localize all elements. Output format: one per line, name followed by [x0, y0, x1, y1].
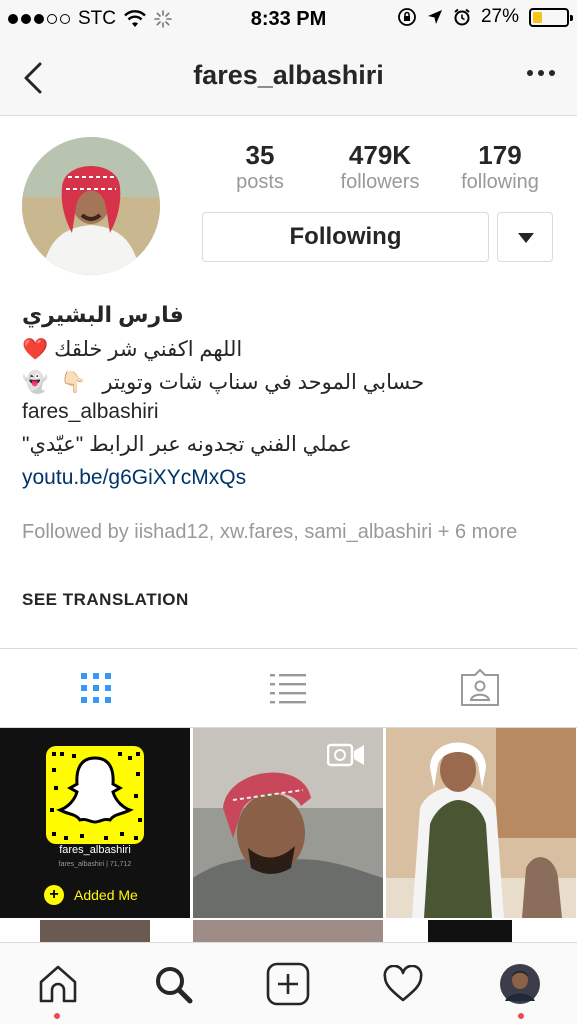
plus-circle-icon: +	[44, 885, 64, 905]
post-video-portrait[interactable]	[193, 728, 383, 918]
tab-grid[interactable]	[0, 649, 192, 727]
bio-line-1: ❤️ اللهم اكفني شر خلقك	[22, 335, 562, 364]
video-camera-icon	[327, 743, 364, 767]
alarm-icon	[454, 8, 470, 26]
list-icon	[270, 674, 306, 704]
ghost-emoji: 👻	[22, 371, 49, 394]
posts-label: posts	[236, 171, 284, 193]
heart-icon	[382, 965, 423, 1002]
tab-list[interactable]	[192, 649, 384, 727]
bio-text-1: اللهم اكفني شر خلقك	[54, 338, 243, 361]
heart-emoji: ❤️	[22, 338, 49, 361]
posts-count[interactable]: 35 posts	[200, 140, 320, 194]
caret-down-icon	[518, 233, 534, 243]
bio-line-4: عملي الفني تجدونه عبر الرابط "عيّدي"	[22, 433, 352, 456]
post-snapcode[interactable]: fares_albashiri fares_albashiri | 71,712…	[0, 728, 190, 918]
see-translation-button[interactable]: SEE TRANSLATION	[22, 590, 189, 610]
posts-value: 35	[245, 140, 275, 170]
add-post-icon	[266, 962, 309, 1006]
bio-link[interactable]: youtu.be/g6GiXYcMxQs	[22, 463, 562, 492]
following-value: 179	[478, 140, 522, 170]
tab-profile[interactable]	[462, 943, 577, 1024]
following-label: following	[461, 171, 539, 193]
bio-line-2: 👻 👇🏻 حسابي الموحد في سناپ شات وتويتر	[22, 368, 562, 397]
profile-tabs	[0, 648, 577, 728]
tab-search[interactable]	[115, 943, 230, 1024]
tab-activity[interactable]	[345, 943, 460, 1024]
post-standing-man[interactable]	[386, 728, 576, 918]
navigation-bar: fares_albashiri	[0, 38, 577, 116]
profile-bio: فارس البشيري ❤️ اللهم اكفني شر خلقك 👻 👇🏻…	[22, 300, 562, 492]
battery-icon	[529, 7, 573, 27]
search-icon	[155, 967, 192, 1004]
more-options-button[interactable]	[527, 70, 555, 76]
followers-label: followers	[340, 171, 420, 193]
rotation-lock-icon	[398, 8, 416, 26]
grid-icon	[81, 673, 111, 703]
bio-text-2: حسابي الموحد في سناپ شات وتويتر	[102, 371, 425, 394]
post-grid: fares_albashiri fares_albashiri | 71,712…	[0, 728, 577, 950]
point-down-emoji: 👇🏻	[60, 371, 87, 394]
followers-count[interactable]: 479K followers	[320, 140, 440, 194]
followed-by-text[interactable]: Followed by iishad12, xw.fares, sami_alb…	[22, 519, 552, 545]
full-name: فارس البشيري	[22, 302, 184, 327]
profile-avatar-icon	[499, 964, 540, 1004]
tab-home[interactable]	[0, 943, 115, 1024]
bottom-tab-bar	[0, 942, 577, 1024]
bio-line-3: fares_albashiri	[22, 400, 159, 423]
following-count[interactable]: 179 following	[440, 140, 560, 194]
snapcode-added: + Added Me	[44, 885, 138, 905]
battery-percent: 27%	[480, 6, 519, 27]
location-arrow-icon	[427, 10, 442, 24]
tab-add-post[interactable]	[230, 943, 345, 1024]
status-right: 27%	[397, 6, 573, 28]
tagged-icon	[461, 669, 499, 706]
tab-tagged[interactable]	[384, 649, 576, 727]
status-bar: STC 8:33 PM 27%	[0, 0, 577, 38]
profile-notification-dot	[518, 1013, 524, 1019]
more-horizontal-icon	[527, 70, 533, 76]
following-button[interactable]: Following	[202, 212, 489, 262]
added-me-label: Added Me	[74, 887, 138, 903]
home-icon	[39, 965, 76, 1003]
profile-avatar	[22, 137, 160, 275]
page-title: fares_albashiri	[193, 60, 384, 90]
snapcode-username: fares_albashiri	[59, 844, 131, 856]
suggestions-dropdown-button[interactable]	[497, 212, 553, 262]
followers-value: 479K	[348, 140, 412, 170]
home-notification-dot	[54, 1013, 60, 1019]
profile-stats: 35 posts 479K followers 179 following	[200, 140, 560, 194]
snapcode-subtext: fares_albashiri | 71,712	[58, 861, 132, 868]
